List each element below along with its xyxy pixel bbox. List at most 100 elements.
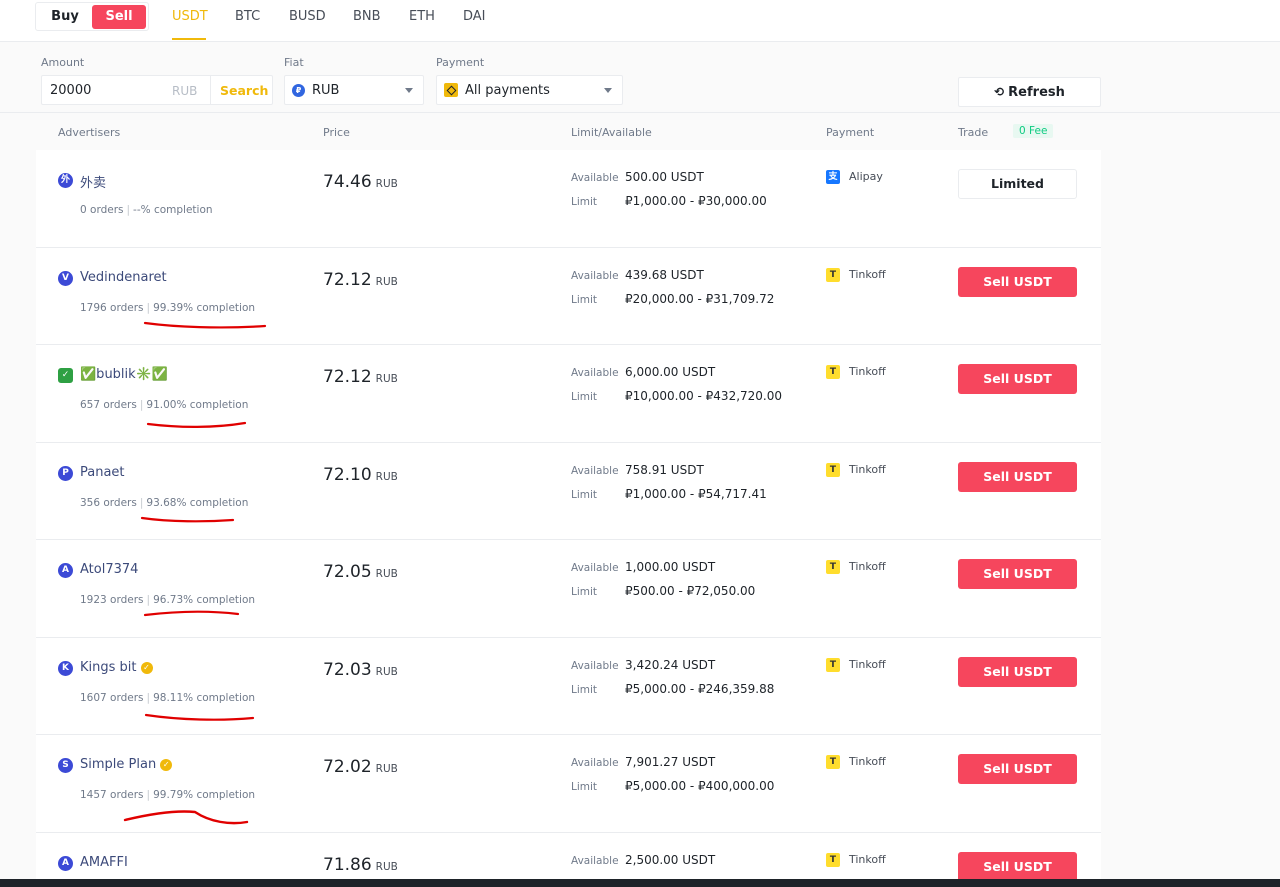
trade-button[interactable]: Sell USDT: [958, 364, 1077, 394]
payment-label: Payment: [436, 56, 485, 69]
available-value: 2,500.00 USDT: [625, 852, 716, 867]
active-tab-indicator: [172, 38, 206, 40]
coin-tab-eth[interactable]: ETH: [409, 9, 435, 24]
coin-tab-btc[interactable]: BTC: [235, 9, 260, 24]
trade-button[interactable]: Limited: [958, 169, 1077, 199]
available-value: 3,420.24 USDT: [625, 657, 716, 672]
advertiser-name-text[interactable]: AMAFFI: [80, 855, 128, 870]
price-unit: RUB: [375, 470, 398, 483]
sell-tab[interactable]: Sell: [92, 5, 146, 29]
advertiser-name-text[interactable]: 外卖: [80, 176, 106, 191]
limit-label: Limit: [571, 683, 598, 696]
advertiser-name[interactable]: AMAFFI: [80, 855, 128, 870]
tinkoff-icon: T: [826, 462, 840, 477]
stats-separator: |: [139, 399, 144, 411]
advertiser-avatar: A: [58, 855, 73, 871]
advertiser-name-text[interactable]: ✅bublik✳️✅: [80, 367, 168, 382]
trade-button[interactable]: Sell USDT: [958, 461, 1077, 492]
coin-tab-dai[interactable]: DAI: [463, 9, 486, 24]
price-unit: RUB: [375, 568, 398, 580]
amount-label: Amount: [41, 56, 85, 69]
completion-rate: --% completion: [133, 204, 213, 216]
advertiser-stats: 1796 orders | 99.39% completion: [80, 302, 255, 314]
buy-tab[interactable]: Buy: [39, 5, 91, 29]
fiat-select[interactable]: ₽ RUB: [284, 75, 424, 105]
price-value: 72.12: [323, 367, 372, 387]
price-unit: RUB: [375, 275, 398, 288]
advertiser-avatar: A: [58, 563, 73, 578]
available-label: Available: [571, 659, 619, 672]
amount-input[interactable]: 20000 RUB Search: [41, 75, 273, 105]
limit-label: Limit: [571, 293, 598, 306]
refresh-icon: ⟲: [994, 85, 1005, 99]
header-limit: Limit/Available: [571, 126, 652, 139]
amount-unit: RUB: [172, 84, 198, 98]
advertiser-stats: 657 orders | 91.00% completion: [80, 399, 248, 411]
advertiser-avatar: P: [58, 465, 73, 481]
advertiser-stats: 356 orders | 93.68% completion: [80, 497, 248, 509]
search-button[interactable]: Search: [220, 83, 268, 98]
coin-tab-usdt[interactable]: USDT: [172, 9, 208, 24]
payment-select[interactable]: All payments: [436, 75, 623, 105]
available-value: 500.00 USDT: [625, 170, 704, 184]
advertiser-name-text[interactable]: Simple Plan: [80, 757, 156, 772]
advertiser-name[interactable]: Atol7374: [80, 562, 138, 577]
advertiser-name[interactable]: Panaet: [80, 465, 125, 480]
available-label: Available: [571, 464, 619, 477]
available-label: Available: [571, 854, 619, 867]
trade-button[interactable]: Sell USDT: [958, 754, 1077, 784]
refresh-button[interactable]: ⟲ Refresh: [958, 77, 1101, 107]
advertiser-name[interactable]: 外卖: [80, 172, 106, 191]
order-count: 657 orders: [80, 399, 137, 411]
buy-sell-toggle: Buy Sell: [35, 2, 149, 31]
header-price: Price: [323, 126, 350, 139]
advertiser-avatar: S: [58, 758, 73, 773]
stats-separator: |: [146, 301, 151, 314]
advertiser-stats: 1607 orders | 98.11% completion: [80, 692, 255, 704]
completion-rate: 93.68% completion: [146, 496, 249, 509]
completion-rate: 99.79% completion: [153, 789, 256, 801]
advertiser-name[interactable]: Simple Plan ✓: [80, 757, 173, 772]
advertiser-name-text[interactable]: Atol7374: [80, 562, 138, 577]
stats-separator: |: [146, 594, 151, 606]
price-value: 72.03: [323, 659, 372, 680]
price-value: 74.46: [323, 172, 372, 192]
trade-button[interactable]: Sell USDT: [958, 656, 1077, 687]
stats-separator: |: [146, 789, 151, 801]
price-value: 72.12: [323, 269, 372, 290]
coin-tab-bnb[interactable]: BNB: [353, 9, 381, 24]
completion-rate: 96.73% completion: [153, 594, 256, 606]
advertiser-row: V Vedindenaret 1796 orders | 99.39% completi…: [36, 247, 1101, 345]
chevron-down-icon: [604, 88, 612, 93]
advertiser-avatar: ✓: [58, 368, 73, 383]
price-unit: RUB: [375, 373, 398, 385]
order-count: 1607 orders: [80, 691, 144, 704]
trade-button[interactable]: Sell USDT: [958, 851, 1077, 882]
payment-method-name: Tinkoff: [849, 462, 886, 476]
order-count: 1457 orders: [80, 789, 144, 801]
trade-button[interactable]: Sell USDT: [958, 266, 1077, 297]
advertiser-row: A Atol7374 1923 orders | 96.73% completion 72…: [36, 540, 1101, 638]
limit-value: ₽1,000.00 - ₽30,000.00: [625, 194, 767, 208]
header-advertisers: Advertisers: [58, 126, 121, 139]
advertiser-row: P Panaet 356 orders | 93.68% completion 72.10…: [36, 442, 1101, 540]
price: 74.46 RUB: [323, 172, 398, 192]
coin-tab-busd[interactable]: BUSD: [289, 9, 326, 24]
advertiser-name-text[interactable]: Kings bit: [80, 660, 137, 675]
advertiser-name[interactable]: Kings bit ✓: [80, 660, 153, 675]
advertiser-row: S Simple Plan ✓ 1457 orders | 99.79% completi…: [36, 735, 1101, 833]
advertiser-name[interactable]: Vedindenaret: [80, 270, 167, 285]
limit-label: Limit: [571, 781, 598, 793]
advertiser-name-text[interactable]: Vedindenaret: [80, 270, 167, 285]
amount-value[interactable]: 20000: [50, 83, 91, 98]
price: 72.05 RUB: [323, 562, 398, 582]
advertiser-row: K Kings bit ✓ 1607 orders | 98.11% completion…: [36, 637, 1101, 735]
completion-rate: 99.39% completion: [153, 301, 256, 314]
completion-rate: 98.11% completion: [153, 691, 256, 704]
available-value: 439.68 USDT: [625, 267, 704, 282]
advertiser-list: 外外卖 0 orders | --% completion 74.46 RUB Availa…: [36, 150, 1101, 887]
trade-button[interactable]: Sell USDT: [958, 559, 1077, 589]
advertiser-name[interactable]: ✅bublik✳️✅: [80, 367, 168, 382]
advertiser-name-text[interactable]: Panaet: [80, 465, 125, 480]
payment-method-icon: [444, 83, 458, 97]
